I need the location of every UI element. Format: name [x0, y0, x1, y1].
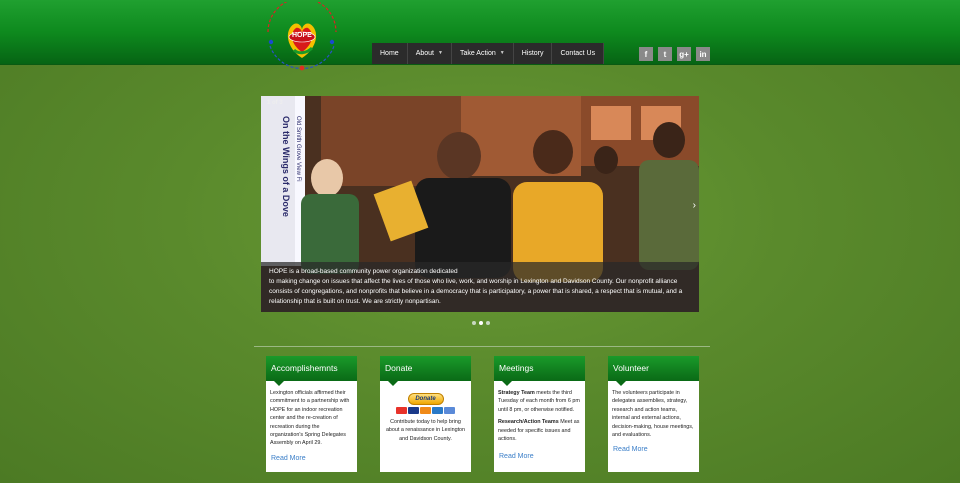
slider-dot-2[interactable] [479, 321, 483, 325]
meetings-title: Meetings [494, 356, 585, 386]
main-nav: Home About ▼ Take Action ▼ History Conta… [372, 43, 605, 64]
hope-logo[interactable]: HOPE [258, 0, 346, 74]
nav-about-label: About [415, 50, 434, 57]
linkedin-icon[interactable]: in [696, 47, 710, 61]
facebook-icon[interactable]: f [639, 47, 653, 61]
nav-contact-us[interactable]: Contact Us [552, 43, 605, 64]
volunteer-card: Volunteer The volunteers participate in … [608, 356, 699, 472]
strategy-label: Strategy Team [498, 390, 535, 396]
caption-line: relationship that is built on trust. We … [269, 298, 441, 305]
discover-icon [420, 407, 431, 414]
meetings-body: Strategy Team meets the third Tuesday of… [494, 381, 585, 443]
volunteer-read-more-link[interactable]: Read More [613, 446, 648, 453]
donate-title: Donate [380, 356, 471, 386]
google-plus-icon[interactable]: g+ [677, 47, 691, 61]
next-arrow-icon[interactable]: › [693, 200, 696, 211]
volunteer-title: Volunteer [608, 356, 699, 386]
research-label: Research/Action Teams [498, 419, 559, 426]
slider-dot-3[interactable] [486, 321, 490, 325]
banner-line-2: Old Smith Grove View Fi [295, 116, 301, 182]
caption-line: HOPE is a broad-based community power or… [269, 268, 458, 275]
slide-counter: 1 of 3 [267, 100, 283, 106]
logo-center-text: HOPE [292, 32, 312, 39]
donate-body-text: Contribute today to help bring about a r… [385, 419, 466, 442]
accomplishments-read-more-link[interactable]: Read More [271, 455, 306, 462]
meetings-card: Meetings Strategy Team meets the third T… [494, 356, 585, 472]
hero-slider[interactable]: On the Wings of a Dove Old Smith Grove V… [261, 96, 699, 312]
social-links: f t g+ in [639, 47, 710, 61]
caption-line: to making change on issues that affect t… [269, 278, 678, 285]
nav-history-label: History [521, 50, 544, 57]
nav-take-action-label: Take Action [459, 50, 496, 57]
visa-icon [408, 407, 419, 414]
section-divider [254, 346, 710, 347]
slide-banner-text: On the Wings of a Dove Old Smith Grove V… [269, 116, 301, 266]
banner-line-1: On the Wings of a Dove [281, 116, 291, 217]
accomplishments-card: Accomplishemnts Lexington officials affi… [266, 356, 357, 472]
strategy-paragraph: Strategy Team meets the third Tuesday of… [498, 389, 581, 414]
nav-contact-label: Contact Us [560, 50, 596, 57]
nav-home-label: Home [380, 50, 399, 57]
caption-line: consists of congregations, and nonprofit… [269, 288, 683, 295]
accomplishments-title: Accomplishemnts [266, 356, 357, 386]
donate-button[interactable]: Donate [407, 393, 444, 405]
donate-body-wrap: Donate Contribute today to help bring ab… [380, 381, 471, 443]
volunteer-body: The volunteers participate in delegates … [612, 390, 694, 439]
twitter-icon[interactable]: t [658, 47, 672, 61]
echeck-icon [444, 407, 455, 414]
accomplishments-body: Lexington officials affirmed their commi… [270, 390, 350, 447]
nav-history[interactable]: History [514, 43, 553, 64]
amex-icon [432, 407, 443, 414]
nav-home[interactable]: Home [372, 43, 408, 64]
nav-about[interactable]: About ▼ [408, 43, 452, 64]
chevron-down-icon: ▼ [499, 50, 505, 56]
slider-pagination [472, 321, 490, 325]
donate-card: Donate Donate Contribute today to help b… [380, 356, 471, 472]
meetings-read-more-link[interactable]: Read More [499, 453, 534, 460]
mastercard-icon [396, 407, 407, 414]
slider-dot-1[interactable] [472, 321, 476, 325]
research-paragraph: Research/Action Teams Meet as needed for… [498, 418, 581, 443]
chevron-down-icon: ▼ [437, 50, 443, 56]
slide-caption: HOPE is a broad-based community power or… [261, 262, 699, 312]
nav-take-action[interactable]: Take Action ▼ [452, 43, 514, 64]
credit-card-icons [384, 407, 467, 414]
